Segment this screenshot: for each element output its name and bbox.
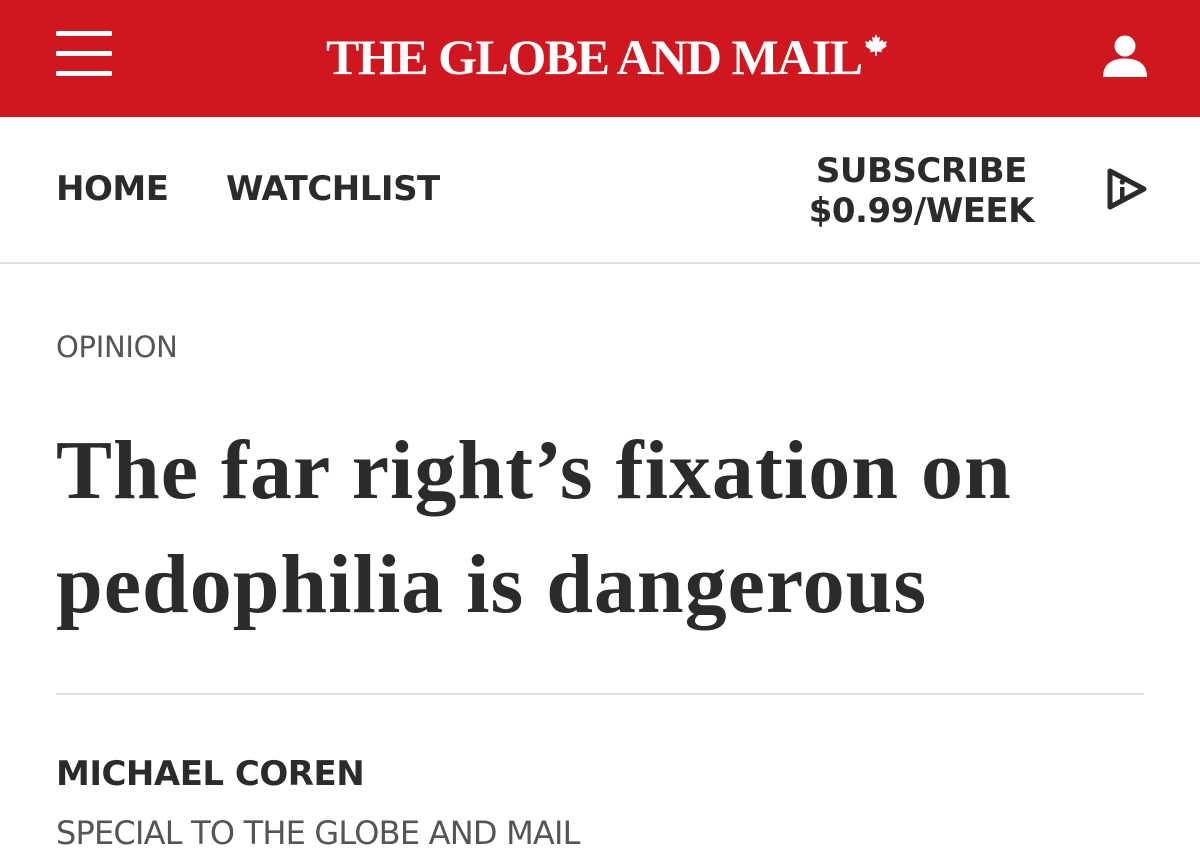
hamburger-menu-icon[interactable] (56, 28, 112, 80)
section-label[interactable]: OPINION (56, 330, 178, 364)
article-headline: The far right’s fixation on pedophilia i… (56, 424, 1012, 631)
top-navigation: HOME WATCHLIST SUBSCRIBE $0.99/WEEK (0, 117, 1200, 264)
author-credit: SPECIAL TO THE GLOBE AND MAIL (56, 814, 580, 852)
logo-text: THE GLOBE AND MAIL (326, 29, 863, 85)
menu-bar (56, 51, 112, 56)
menu-bar (56, 71, 112, 76)
user-account-icon[interactable] (1100, 30, 1150, 80)
subscribe-price: $0.99/WEEK (808, 191, 1035, 231)
menu-bar (56, 31, 112, 36)
nav-home-link[interactable]: HOME (56, 169, 169, 209)
nav-watchlist-link[interactable]: WATCHLIST (226, 169, 440, 209)
author-name[interactable]: MICHAEL COREN (56, 754, 365, 794)
masthead: THE GLOBE AND MAIL (0, 0, 1200, 117)
maple-leaf-icon (864, 34, 887, 56)
subscribe-label: SUBSCRIBE (815, 151, 1027, 191)
divider (56, 693, 1144, 695)
site-logo[interactable]: THE GLOBE AND MAIL (326, 22, 888, 92)
subscribe-button[interactable]: SUBSCRIBE $0.99/WEEK (808, 151, 1035, 231)
audio-play-icon[interactable] (1104, 166, 1150, 212)
